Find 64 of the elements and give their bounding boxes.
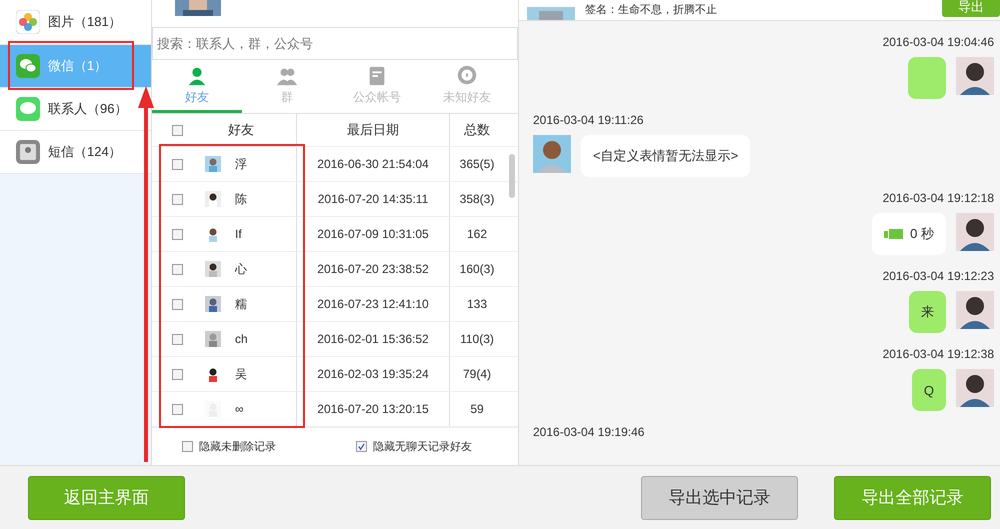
checkbox[interactable]: [172, 334, 183, 344]
table-cell: If: [235, 227, 242, 241]
voice-icon: [884, 229, 904, 239]
message-time: 2016-03-04 19:11:26: [533, 113, 645, 127]
checkbox[interactable]: [172, 158, 183, 170]
table-cell: 糯: [235, 296, 247, 312]
checkbox[interactable]: [172, 194, 183, 204]
table-cell: 2016-07-09 10:31:05: [297, 217, 450, 251]
table-cell-text: 110(3): [459, 331, 495, 348]
table-cell: 浮: [235, 156, 247, 172]
checkbox[interactable]: [172, 298, 183, 310]
signature-text: 签名：生命不息，折腾不止: [585, 3, 717, 17]
table-cell: 2016-02-03 19:35:24: [297, 357, 450, 391]
table-cell-text: 79(4): [462, 366, 492, 383]
checkbox-label[interactable]: 隐藏未删除记录: [199, 439, 276, 454]
table-cell-text: 59: [469, 401, 485, 418]
table-cell: 2016-07-23 12:41:10: [297, 287, 450, 321]
table-cell: 陈: [235, 190, 247, 208]
table-cell: 心: [235, 260, 247, 278]
message-bubble: <自定义表情暂无法显示>: [581, 135, 750, 177]
message-time: 2016-03-04 19:19:46: [533, 425, 646, 439]
voice-message[interactable]: 0 秒: [872, 213, 946, 255]
export-selected-button[interactable]: 导出选中记录: [641, 476, 798, 520]
scrollbar[interactable]: [509, 154, 515, 198]
table-cell: 2016-07-20 14:35:11: [297, 182, 450, 216]
chat-bubbles-icon: [16, 54, 40, 78]
checkbox[interactable]: [182, 441, 193, 452]
checkbox[interactable]: [172, 124, 183, 136]
sidebar-item[interactable]: 图片（181）: [0, 0, 151, 45]
message-time: 2016-03-04 19:12:18: [882, 191, 994, 205]
message-bubble: [908, 57, 946, 99]
table-cell: 吴: [235, 366, 247, 382]
table-cell: 2016-07-20 13:20:15: [297, 392, 450, 426]
table-cell-text: 365(5): [458, 156, 496, 173]
speech-bubble-icon: [16, 97, 40, 121]
table-cell: 2016-07-20 23:38:52: [297, 252, 450, 286]
table-cell: ch: [235, 332, 248, 346]
column-header[interactable]: 总数: [450, 114, 504, 146]
checkbox[interactable]: [356, 441, 367, 452]
message-time: 2016-03-04 19:12:38: [882, 347, 994, 361]
table-cell: ∞: [235, 402, 244, 416]
question-icon: [456, 64, 478, 87]
table-cell-text: 160(3): [458, 261, 496, 278]
person-card-icon: [16, 140, 40, 164]
message-bubble: Q: [912, 369, 946, 411]
flower-icon: [16, 10, 40, 34]
table-cell-text: 162: [466, 226, 488, 243]
column-header[interactable]: 最后日期: [297, 114, 450, 146]
column-header[interactable]: 好友: [228, 121, 254, 139]
message-time: 2016-03-04 19:12:23: [882, 269, 994, 283]
table-cell-text: 358(3): [458, 191, 496, 208]
table-cell-text: 133: [466, 296, 488, 313]
checkbox-label[interactable]: 隐藏无聊天记录好友: [373, 439, 472, 454]
table-cell: 2016-06-30 21:54:04: [297, 147, 450, 181]
table-cell: 2016-02-01 15:36:52: [297, 322, 450, 356]
search-field[interactable]: 搜索：联系人，群，公众号: [152, 27, 518, 60]
checkbox[interactable]: [172, 404, 183, 414]
sidebar-item[interactable]: 短信（124）: [0, 131, 151, 174]
message-bubble: 来: [909, 291, 946, 333]
checkbox[interactable]: [172, 264, 183, 274]
sidebar-item[interactable]: 联系人（96）: [0, 88, 151, 131]
message-time: 2016-03-04 19:04:46: [882, 35, 994, 49]
checkbox[interactable]: [172, 228, 183, 240]
checkbox[interactable]: [172, 368, 183, 380]
